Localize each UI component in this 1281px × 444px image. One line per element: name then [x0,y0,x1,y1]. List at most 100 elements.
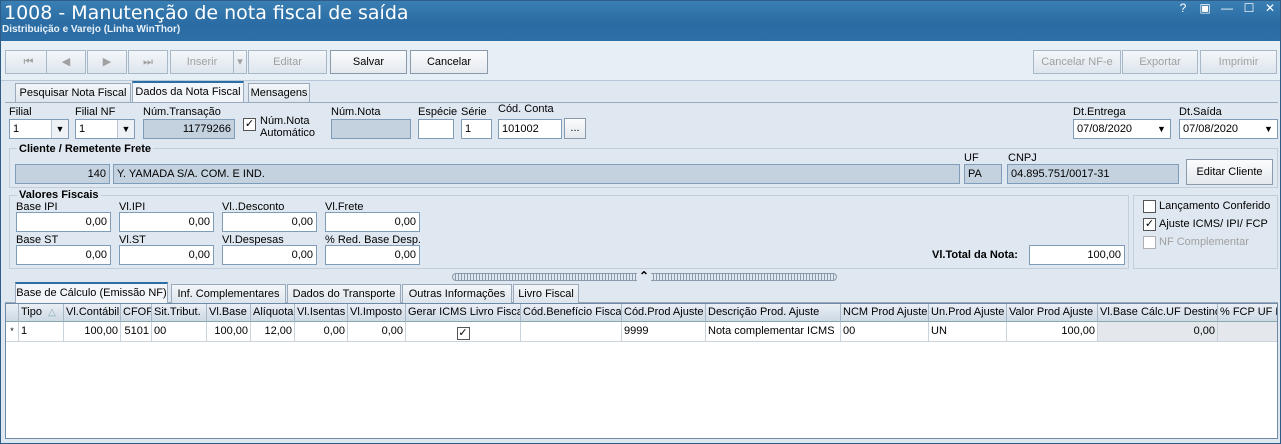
grid-header-valor-prod-ajuste[interactable]: Valor Prod Ajuste [1007,304,1098,322]
app-window: 1008 - Manutenção de nota fiscal de saíd… [0,0,1281,444]
editar-button[interactable]: Editar [248,50,327,74]
cell-vl-contabil[interactable]: 100,00 [64,322,121,342]
grid-header-vl-isentas[interactable]: Vl.Isentas [295,304,348,322]
cnpj-field[interactable]: 04.895.751/0017-31 [1007,164,1179,184]
cell-fcp-uf-destino[interactable] [1218,322,1277,342]
editar-cliente-button[interactable]: Editar Cliente [1186,159,1273,185]
imprimir-button[interactable]: Imprimir [1200,50,1277,74]
cell-cod-prod-ajuste[interactable]: 9999 [622,322,706,342]
cell-descricao-prod-ajuste[interactable]: Nota complementar ICMS [706,322,841,342]
tab-dados-da-nota-fiscal[interactable]: Dados da Nota Fiscal [132,81,244,102]
title-bar: 1008 - Manutenção de nota fiscal de saíd… [1,1,1280,41]
cell-un-prod-ajuste[interactable]: UN [929,322,1007,342]
last-record-button[interactable]: ⏭ [128,50,168,74]
cell-cfop[interactable]: 5101 [121,322,152,342]
restore-icon[interactable]: ▣ [1195,1,1215,15]
close-icon[interactable]: ✕ [1260,1,1280,15]
cliente-codigo-field[interactable]: 140 [15,164,110,184]
grid-header-vl-base-calc-uf-destino[interactable]: Vl.Base Cálc.UF Destino [1098,304,1218,322]
ajuste-icms-checkbox[interactable]: ✓ [1143,218,1156,231]
cell-vl-base[interactable]: 100,00 [207,322,251,342]
inserir-dropdown-icon[interactable]: ▾ [233,50,247,74]
salvar-button[interactable]: Salvar [330,50,407,74]
nf-complementar-checkbox[interactable] [1143,236,1156,249]
cliente-nome-field[interactable]: Y. YAMADA S/A. COM. E IND. [113,164,960,184]
cell-vl-imposto[interactable]: 0,00 [348,322,406,342]
filial-nf-select[interactable]: 1 ▼ [75,119,135,139]
tab-dados-do-transporte[interactable]: Dados do Transporte [287,284,401,303]
cell-aliquota[interactable]: 12,00 [251,322,295,342]
grid-header-vl-imposto[interactable]: Vl.Imposto [348,304,406,322]
cell-vl-isentas[interactable]: 0,00 [295,322,348,342]
especie-field[interactable] [418,119,454,139]
tab-pesquisar-nota-fiscal[interactable]: Pesquisar Nota Fiscal [15,83,131,102]
grid-header-aliquota[interactable]: Alíquota [251,304,295,322]
vl-despesas-field[interactable]: 0,00 [222,245,317,265]
grid-header-cfop[interactable]: CFOP [121,304,152,322]
cnpj-label: CNPJ [1008,152,1037,164]
tab-livro-fiscal[interactable]: Livro Fiscal [513,284,579,303]
gerar-icms-checkbox[interactable]: ✓ [456,327,470,340]
cell-vl-base-calc-uf-destino[interactable]: 0,00 [1098,322,1218,342]
vl-total-nota-field[interactable]: 100,00 [1029,245,1125,265]
cell-gerar-icms[interactable]: ✓ [406,322,521,342]
cod-conta-lookup-button[interactable]: ... [564,118,586,139]
tab-strip-line [5,102,1278,103]
grid-header-vl-base[interactable]: Vl.Base [207,304,251,322]
previous-record-button[interactable]: ◀ [46,50,86,74]
help-icon[interactable]: ? [1173,1,1193,15]
num-nota-field[interactable] [331,119,411,139]
chevron-down-icon[interactable]: ▼ [51,120,68,138]
cell-valor-prod-ajuste[interactable]: 100,00 [1007,322,1098,342]
filial-select[interactable]: 1 ▼ [9,119,69,139]
grid-header-ncm-prod-ajuste[interactable]: NCM Prod Ajuste [841,304,929,322]
sort-asc-icon: △ [48,307,56,318]
inserir-button[interactable]: Inserir [170,50,234,74]
chevron-down-icon[interactable]: ▼ [1153,120,1170,138]
grid-header-vl-contabil[interactable]: Vl.Contábil [64,304,121,322]
grid-header-descricao-prod-ajuste[interactable]: Descrição Prod. Ajuste [706,304,841,322]
vl-frete-field[interactable]: 0,00 [325,212,420,232]
next-record-button[interactable]: ▶ [87,50,127,74]
tab-base-de-calculo[interactable]: Base de Cálculo (Emissão NF) [15,282,168,303]
grid-header-cod-beneficio[interactable]: Cód.Benefício Fiscal [521,304,622,322]
vl-st-field[interactable]: 0,00 [119,245,214,265]
cancelar-nfe-button[interactable]: Cancelar NF-e [1033,50,1121,74]
dt-saida-picker[interactable]: 07/08/2020 ▼ [1179,119,1278,139]
tab-mensagens[interactable]: Mensagens [248,83,310,102]
base-ipi-field[interactable]: 0,00 [16,212,111,232]
dt-entrega-picker[interactable]: 07/08/2020 ▼ [1073,119,1171,139]
grid-header-un-prod-ajuste[interactable]: Un.Prod Ajuste [929,304,1007,322]
cod-conta-field[interactable]: 101002 [498,119,562,139]
tab-inf-complementares[interactable]: Inf. Complementares [171,284,286,303]
cell-sit-tribut[interactable]: 00 [152,322,207,342]
num-transacao-label: Núm.Transação [143,106,221,118]
grid-header-fcp-uf-destino[interactable]: % FCP UF D [1218,304,1277,322]
num-transacao-field[interactable]: 11779266 [143,119,235,139]
serie-field[interactable]: 1 [461,119,492,139]
red-base-desp-field[interactable]: 0,00 [325,245,420,265]
cell-cod-beneficio[interactable] [521,322,622,342]
grid-header-tipo[interactable]: Tipo △ [19,304,64,322]
vl-desconto-field[interactable]: 0,00 [222,212,317,232]
exportar-button[interactable]: Exportar [1122,50,1198,74]
cell-tipo[interactable]: 1 [19,322,64,342]
cell-ncm-prod-ajuste[interactable]: 00 [841,322,929,342]
num-nota-automatico-checkbox[interactable]: ✓ [243,118,256,131]
grid-header-sit-tribut[interactable]: Sit.Tribut. [152,304,207,322]
cancelar-button[interactable]: Cancelar [410,50,488,74]
chevron-down-icon[interactable]: ▼ [1260,120,1277,138]
tab-outras-informacoes[interactable]: Outras Informações [402,284,512,303]
grid-header-gerar-icms[interactable]: Gerar ICMS Livro Fiscal [406,304,521,322]
first-record-button[interactable]: ⏮ [5,50,52,74]
splitter-collapse-icon[interactable]: ⌃ [637,269,651,283]
vl-ipi-field[interactable]: 0,00 [119,212,214,232]
minimize-icon[interactable]: — [1217,1,1237,15]
base-st-field[interactable]: 0,00 [16,245,111,265]
grid-header-cod-prod-ajuste[interactable]: Cód.Prod Ajuste [622,304,706,322]
maximize-icon[interactable]: ☐ [1239,1,1259,15]
nf-complementar-label: NF Complementar [1159,236,1249,248]
lancamento-conferido-checkbox[interactable] [1143,200,1156,213]
chevron-down-icon[interactable]: ▼ [117,120,134,138]
uf-field[interactable]: PA [964,164,1002,184]
